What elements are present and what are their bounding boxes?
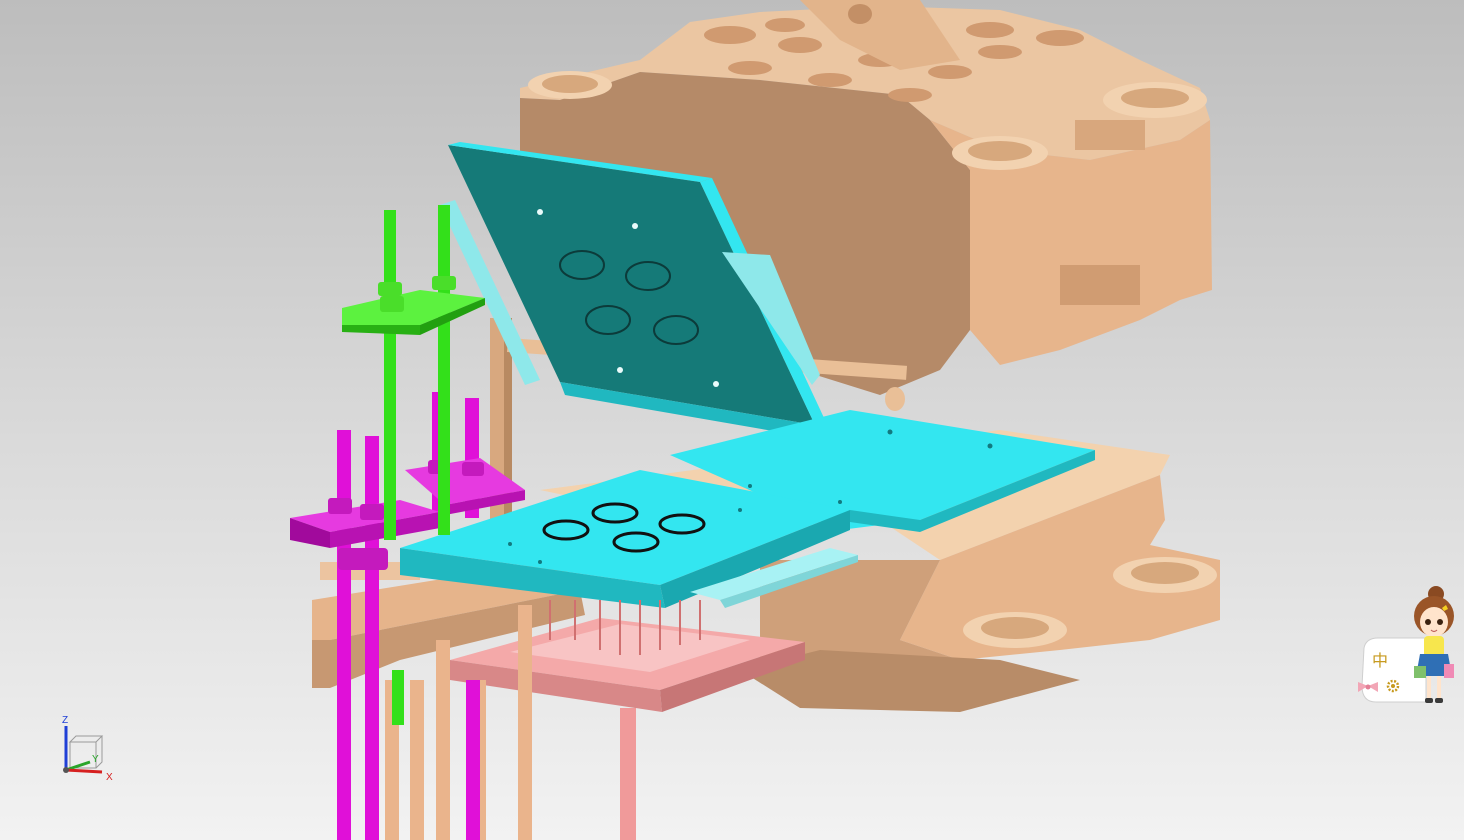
ime-mode-char[interactable]: 中: [1372, 651, 1388, 670]
ime-floating-widget[interactable]: 中: [1356, 586, 1456, 714]
cad-3d-viewport[interactable]: Z Y X 中: [0, 0, 1464, 840]
ejector-plate[interactable]: [450, 600, 805, 840]
x-axis-label: X: [106, 772, 113, 782]
mold-assembly-model[interactable]: [0, 0, 1464, 840]
x-axis-line: [65, 768, 103, 774]
y-axis-label: Y: [92, 754, 99, 765]
axis-triad: Z Y X: [62, 715, 113, 782]
z-axis-label: Z: [62, 715, 68, 726]
